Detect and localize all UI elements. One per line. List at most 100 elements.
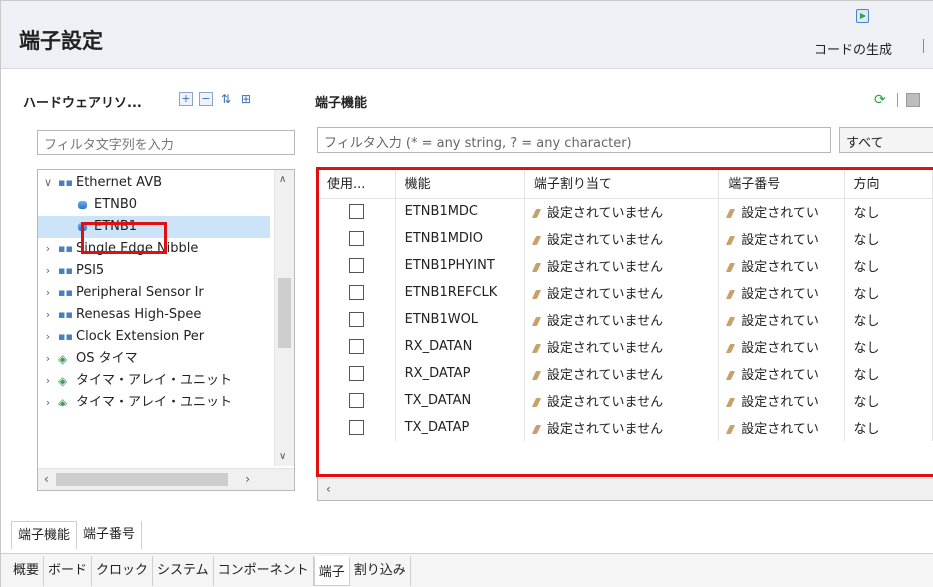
collapse-all-icon[interactable]: − — [199, 92, 213, 106]
use-checkbox[interactable] — [348, 231, 364, 246]
pin-assign-cell[interactable]: 設定されていません — [524, 198, 720, 225]
table-row[interactable]: TX_DATAP 設定されていません 設定されてい なし — [318, 414, 933, 441]
use-checkbox[interactable] — [348, 285, 364, 300]
table-row[interactable]: ETNB1MDIO 設定されていません 設定されてい なし — [318, 225, 933, 252]
pin-assign-cell[interactable]: 設定されていません — [524, 306, 720, 333]
use-checkbox[interactable] — [348, 366, 364, 381]
sort-icon[interactable]: ⇅ — [219, 92, 233, 106]
tree-item-clock-extension[interactable]: › ▪▪ Clock Extension Per — [38, 326, 270, 348]
chevron-right-icon[interactable]: › — [42, 348, 54, 370]
chevron-down-icon[interactable]: ∨ — [42, 172, 54, 194]
expand-all-icon[interactable]: + — [179, 92, 193, 106]
use-checkbox[interactable] — [348, 204, 364, 220]
column-header-pin-assign[interactable]: 端子割り当て — [524, 168, 720, 199]
tab-interrupt[interactable]: 割り込み — [350, 556, 411, 586]
chevron-right-icon[interactable]: › — [42, 392, 54, 406]
tree-item-os-timer[interactable]: › ◈ OS タイマ — [38, 348, 270, 370]
column-header-use[interactable]: 使用... — [318, 168, 396, 199]
refresh-icon[interactable]: ⟳ — [874, 92, 890, 108]
scroll-left-icon[interactable]: ‹ — [44, 472, 49, 486]
chevron-right-icon[interactable]: › — [42, 282, 54, 304]
timer-icon: ◈ — [58, 374, 68, 388]
tab-pin-number[interactable]: 端子番号 — [77, 521, 143, 549]
scroll-down-icon[interactable]: ∨ — [279, 451, 286, 462]
hierarchy-icon[interactable]: ⊞ — [239, 92, 253, 106]
pin-number-value: 設定されてい — [741, 206, 819, 222]
tree-item-single-edge-nibble[interactable]: › ▪▪ Single Edge Nibble — [38, 238, 270, 260]
resource-filter-input[interactable]: フィルタ文字列を入力 — [37, 130, 295, 155]
table-row[interactable]: ETNB1WOL 設定されていません 設定されてい なし — [318, 306, 933, 333]
pin-assign-cell[interactable]: 設定されていません — [524, 414, 720, 441]
pin-assign-cell[interactable]: 設定されていません — [524, 225, 720, 252]
pin-number-cell[interactable]: 設定されてい — [718, 360, 845, 387]
use-checkbox[interactable] — [348, 339, 364, 354]
pin-number-cell[interactable]: 設定されてい — [718, 198, 845, 225]
tree-item-label: Ethernet AVB — [76, 175, 163, 190]
edit-icon — [531, 236, 541, 245]
chevron-right-icon[interactable]: › — [42, 260, 54, 282]
tree-item-etnb1[interactable]: ETNB1 — [38, 216, 270, 238]
chevron-right-icon[interactable]: › — [42, 370, 54, 392]
tab-board[interactable]: ボード — [44, 556, 93, 586]
table-settings-icon[interactable] — [906, 93, 920, 107]
tab-overview[interactable]: 概要 — [9, 556, 45, 586]
edit-icon — [531, 209, 541, 219]
code-generate-button[interactable]: コードの生成 — [814, 7, 924, 63]
pin-assign-cell[interactable]: 設定されていません — [524, 252, 720, 279]
pin-assign-cell[interactable]: 設定されていません — [524, 279, 720, 306]
hardware-resource-title: ハードウェアリソ... — [23, 96, 142, 111]
tab-component[interactable]: コンポーネント — [214, 556, 314, 586]
pin-number-cell[interactable]: 設定されてい — [718, 414, 845, 441]
tree-item-timer-array-unit[interactable]: › ◈ タイマ・アレイ・ユニット — [38, 370, 270, 392]
tab-pin-function[interactable]: 端子機能 — [11, 521, 78, 549]
pin-number-cell[interactable]: 設定されてい — [718, 252, 845, 279]
peripheral-icon: ▪▪ — [58, 264, 73, 277]
tree-item-etnb0[interactable]: ETNB0 — [38, 194, 270, 216]
table-row[interactable]: RX_DATAN 設定されていません 設定されてい なし — [318, 333, 933, 360]
pin-number-cell[interactable]: 設定されてい — [718, 387, 845, 414]
use-checkbox[interactable] — [348, 420, 364, 435]
tree-item-peripheral-sensor[interactable]: › ▪▪ Peripheral Sensor Ir — [38, 282, 270, 304]
pin-assign-cell[interactable]: 設定されていません — [524, 387, 720, 414]
use-checkbox[interactable] — [348, 393, 364, 408]
chevron-right-icon[interactable]: › — [42, 238, 54, 260]
toolbar-separator — [897, 93, 898, 107]
scroll-right-icon[interactable]: › — [245, 472, 250, 486]
tree-vertical-scrollbar[interactable]: ∧ ∨ — [274, 170, 294, 466]
column-header-direction[interactable]: 方向 — [844, 168, 933, 199]
scroll-thumb[interactable] — [278, 278, 291, 348]
pin-function-filter-input[interactable]: フィルタ入力 (* = any string, ? = any characte… — [317, 127, 831, 153]
tree-item-ethernet-avb[interactable]: ∨ ▪▪ Ethernet AVB — [38, 172, 270, 194]
scroll-thumb[interactable] — [56, 473, 228, 486]
column-header-function[interactable]: 機能 — [395, 168, 525, 199]
table-header-row: 使用... 機能 端子割り当て 端子番号 方向 — [318, 168, 933, 199]
pin-function-table: 使用... 機能 端子割り当て 端子番号 方向 ETNB1MDC 設定されていま… — [317, 167, 933, 501]
table-row[interactable]: ETNB1MDC 設定されていません 設定されてい なし — [318, 198, 933, 225]
tree-item-psi5[interactable]: › ▪▪ PSI5 — [38, 260, 270, 282]
tab-pins[interactable]: 端子 — [313, 556, 350, 586]
filter-scope-select[interactable]: すべて — [839, 127, 933, 153]
pin-number-cell[interactable]: 設定されてい — [718, 279, 845, 306]
pin-assign-cell[interactable]: 設定されていません — [524, 333, 720, 360]
chevron-right-icon[interactable]: › — [42, 304, 54, 326]
tab-clock[interactable]: クロック — [92, 556, 154, 586]
column-header-pin-number[interactable]: 端子番号 — [718, 168, 845, 199]
pin-number-cell[interactable]: 設定されてい — [718, 306, 845, 333]
tree-horizontal-scrollbar[interactable]: ‹ › — [38, 468, 294, 490]
table-row[interactable]: RX_DATAP 設定されていません 設定されてい なし — [318, 360, 933, 387]
pin-number-cell[interactable]: 設定されてい — [718, 225, 845, 252]
use-checkbox[interactable] — [348, 258, 364, 273]
tree-item-timer-array-unit[interactable]: › ◈ タイマ・アレイ・ユニット — [38, 392, 270, 406]
tab-system[interactable]: システム — [153, 556, 214, 586]
pin-number-cell[interactable]: 設定されてい — [718, 333, 845, 360]
pin-assign-cell[interactable]: 設定されていません — [524, 360, 720, 387]
scroll-up-icon[interactable]: ∧ — [279, 174, 286, 185]
table-row[interactable]: ETNB1REFCLK 設定されていません 設定されてい なし — [318, 279, 933, 306]
chevron-right-icon[interactable]: › — [42, 326, 54, 348]
scroll-left-icon[interactable]: ‹ — [326, 482, 331, 496]
table-row[interactable]: TX_DATAN 設定されていません 設定されてい なし — [318, 387, 933, 414]
tree-item-renesas-high-speed[interactable]: › ▪▪ Renesas High-Spee — [38, 304, 270, 326]
table-row[interactable]: ETNB1PHYINT 設定されていません 設定されてい なし — [318, 252, 933, 279]
use-checkbox[interactable] — [348, 312, 364, 327]
table-horizontal-scrollbar[interactable]: ‹ — [318, 478, 933, 500]
